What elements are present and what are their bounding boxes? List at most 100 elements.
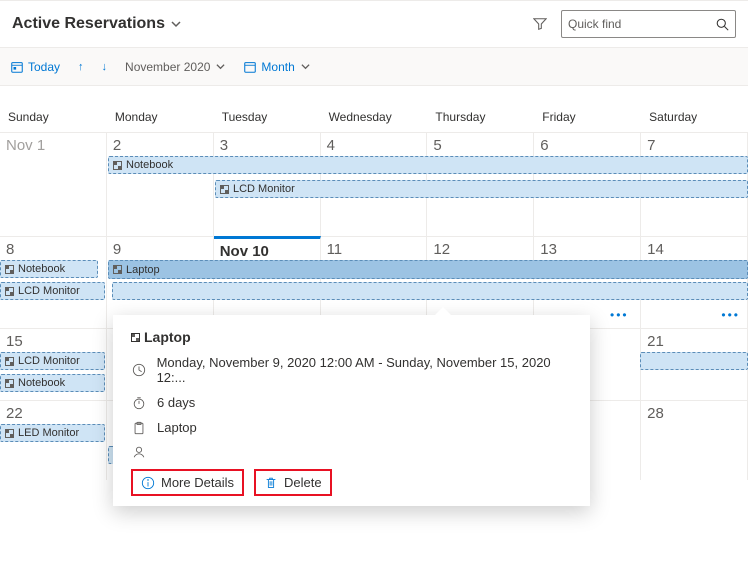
day-number: 4 [327, 137, 335, 154]
day-number: 13 [540, 241, 557, 258]
popup-datetime-row: Monday, November 9, 2020 12:00 AM - Sund… [131, 355, 572, 385]
arrow-down-icon: ↓ [102, 61, 108, 73]
month-label: November 2020 [125, 60, 210, 74]
calendar-icon [10, 60, 24, 74]
event-label: LCD Monitor [233, 183, 295, 195]
day-number: 8 [6, 241, 14, 258]
delete-button[interactable]: Delete [254, 469, 332, 496]
day-cell[interactable]: 2 [107, 132, 214, 236]
filter-icon[interactable] [533, 17, 547, 31]
appointment-icon [220, 185, 229, 194]
popup-asset-row: Laptop [131, 420, 572, 435]
search-icon [716, 18, 729, 31]
appointment-icon [5, 287, 14, 296]
clock-icon [131, 363, 147, 377]
day-number: 12 [433, 241, 450, 258]
day-header: Saturday [641, 86, 748, 132]
day-header: Sunday [0, 86, 107, 132]
day-number: 21 [647, 333, 664, 350]
day-number: 2 [113, 137, 121, 154]
chevron-down-icon [216, 62, 225, 71]
popup-arrow [435, 307, 451, 315]
appointment-icon [113, 161, 122, 170]
event-bar[interactable]: Notebook [0, 374, 105, 392]
event-bar[interactable]: LCD Monitor [0, 282, 105, 300]
day-number: 7 [647, 137, 655, 154]
day-number: 15 [6, 333, 23, 350]
day-number: Nov 10 [220, 243, 269, 260]
page-title-dropdown[interactable]: Active Reservations [12, 15, 181, 33]
more-icon[interactable]: ••• [721, 308, 740, 322]
event-bar[interactable]: Notebook [108, 156, 748, 174]
view-mode-label: Month [261, 60, 294, 74]
day-header: Thursday [427, 86, 534, 132]
event-label: Notebook [18, 263, 65, 275]
chevron-down-icon [301, 62, 310, 71]
day-cell[interactable]: 28 [641, 400, 748, 480]
popup-duration-row: 6 days [131, 395, 572, 410]
popup-title-row: Laptop [131, 329, 572, 345]
event-label: LCD Monitor [18, 355, 80, 367]
header-bar: Active Reservations Quick find [0, 0, 748, 48]
day-number: 22 [6, 405, 23, 422]
appointment-icon [5, 379, 14, 388]
delete-label: Delete [284, 475, 322, 490]
event-label: Laptop [126, 264, 160, 276]
day-number: 11 [327, 241, 343, 258]
popup-asset: Laptop [157, 420, 197, 435]
popup-owner-row [131, 445, 572, 459]
person-icon [131, 445, 147, 459]
today-label: Today [28, 60, 60, 74]
more-details-button[interactable]: More Details [131, 469, 244, 496]
event-bar[interactable]: LCD Monitor [215, 180, 748, 198]
day-number: 5 [433, 137, 441, 154]
chevron-down-icon [171, 19, 181, 29]
clipboard-icon [131, 421, 147, 435]
popup-title: Laptop [144, 329, 191, 345]
more-icon[interactable]: ••• [610, 308, 629, 322]
event-label: Notebook [18, 377, 65, 389]
calendar-icon [243, 60, 257, 74]
day-number: 6 [540, 137, 548, 154]
event-label: LCD Monitor [18, 285, 80, 297]
appointment-icon [5, 265, 14, 274]
event-bar[interactable] [640, 352, 748, 370]
event-bar[interactable]: LED Monitor [0, 424, 105, 442]
event-bar[interactable]: Notebook [0, 260, 98, 278]
info-icon [141, 476, 155, 490]
popup-datetime: Monday, November 9, 2020 12:00 AM - Sund… [157, 355, 572, 385]
more-details-label: More Details [161, 475, 234, 490]
day-number: 28 [647, 405, 664, 422]
event-details-popup: Laptop Monday, November 9, 2020 12:00 AM… [113, 315, 590, 506]
event-bar-selected[interactable]: Laptop [108, 260, 748, 279]
day-header: Tuesday [214, 86, 321, 132]
day-header: Wednesday [321, 86, 428, 132]
calendar-toolbar: Today ↑ ↓ November 2020 Month [0, 48, 748, 86]
day-number: Nov 1 [6, 137, 45, 154]
day-header: Friday [534, 86, 641, 132]
day-number: 3 [220, 137, 228, 154]
event-label: LED Monitor [18, 427, 79, 439]
view-mode-picker[interactable]: Month [243, 60, 309, 74]
arrow-up-icon: ↑ [78, 61, 84, 73]
event-label: Notebook [126, 159, 173, 171]
search-input[interactable]: Quick find [561, 10, 736, 38]
day-cell[interactable]: Nov 1 [0, 132, 107, 236]
day-number: 14 [647, 241, 664, 258]
event-bar[interactable]: LCD Monitor [0, 352, 105, 370]
event-bar[interactable] [112, 282, 748, 300]
day-header: Monday [107, 86, 214, 132]
appointment-icon [5, 357, 14, 366]
popup-duration: 6 days [157, 395, 195, 410]
search-placeholder: Quick find [568, 17, 716, 31]
page-title: Active Reservations [12, 15, 165, 33]
next-button[interactable]: ↓ [102, 61, 108, 73]
stopwatch-icon [131, 396, 147, 410]
appointment-icon [113, 265, 122, 274]
popup-actions: More Details Delete [131, 469, 572, 496]
today-button[interactable]: Today [10, 60, 60, 74]
trash-icon [264, 476, 278, 490]
month-picker[interactable]: November 2020 [125, 60, 225, 74]
prev-button[interactable]: ↑ [78, 61, 84, 73]
appointment-icon [131, 329, 144, 345]
